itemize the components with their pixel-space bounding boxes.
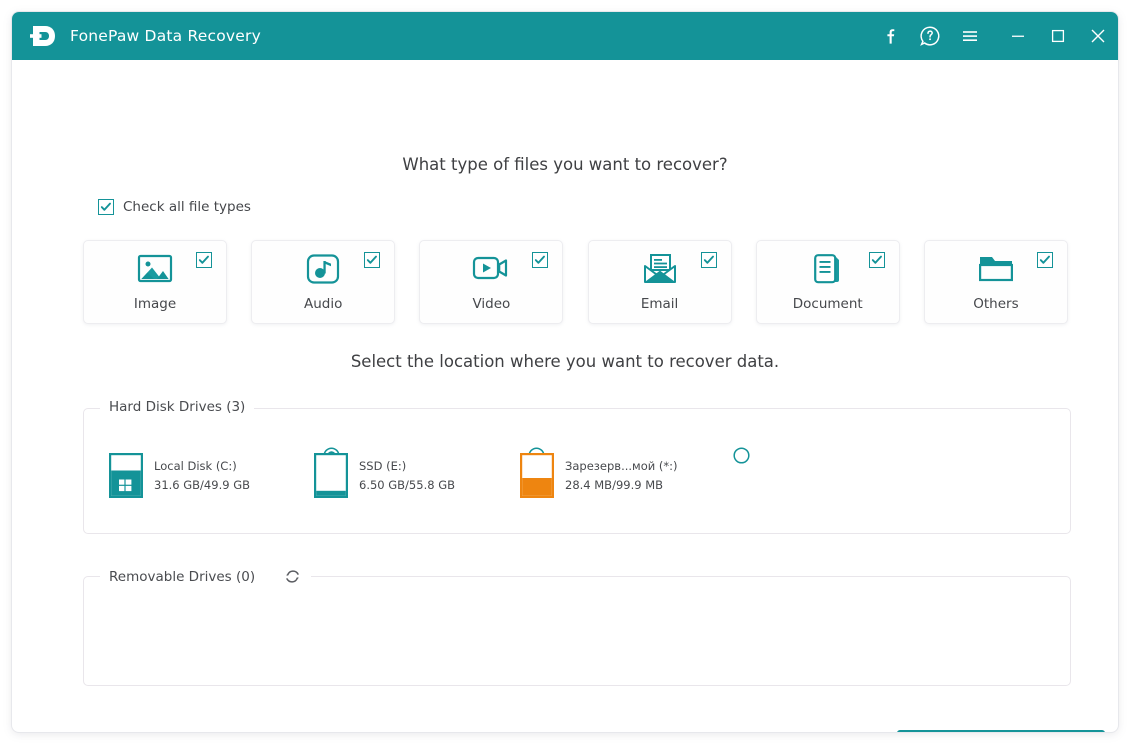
- drive-text-ssd-e: SSD (E:) 6.50 GB/55.8 GB: [359, 459, 455, 492]
- file-type-card-audio[interactable]: Audio: [251, 240, 396, 324]
- file-type-card-document[interactable]: Document: [755, 240, 900, 324]
- app-title: FonePaw Data Recovery: [70, 27, 261, 45]
- file-type-label-document: Document: [792, 296, 863, 312]
- maximize-icon[interactable]: [1038, 12, 1078, 60]
- fonepaw-logo-icon: [30, 26, 55, 46]
- file-type-checkbox-image[interactable]: [196, 252, 212, 268]
- check-all-label: Check all file types: [123, 199, 251, 215]
- drive-icon-reserved: [520, 453, 554, 498]
- file-type-label-email: Email: [640, 296, 679, 312]
- page-title-location: Select the location where you want to re…: [350, 352, 780, 371]
- check-all-file-types-row[interactable]: Check all file types: [98, 199, 251, 215]
- file-type-label-audio: Audio: [304, 296, 343, 312]
- drive-item-local-disk-c[interactable]: Local Disk (C:) 31.6 GB/49.9 GB: [109, 453, 250, 498]
- file-type-card-email[interactable]: Email: [587, 240, 732, 324]
- minimize-icon[interactable]: [998, 12, 1038, 60]
- drive-name-local-disk-c: Local Disk (C:): [154, 459, 237, 473]
- drive-size-ssd-e: 6.50 GB/55.8 GB: [359, 478, 455, 492]
- file-type-checkbox-email[interactable]: [700, 252, 717, 268]
- scan-button[interactable]: Scan: [897, 730, 1105, 732]
- page-title-file-types: What type of files you want to recover?: [402, 155, 728, 174]
- drive-item-ssd-e[interactable]: SSD (E:) 6.50 GB/55.8 GB: [314, 453, 455, 498]
- drive-size-reserved: 28.4 MB/99.9 MB: [565, 478, 664, 492]
- drive-name-ssd-e: SSD (E:): [359, 459, 407, 473]
- check-all-checkbox[interactable]: [98, 199, 114, 215]
- file-type-checkbox-document[interactable]: [868, 252, 885, 268]
- hard-disk-drives-panel: Hard Disk Drives (3) Local Disk (C:) 31.…: [83, 399, 1071, 534]
- title-bar-separator: [990, 36, 998, 37]
- help-icon[interactable]: [910, 12, 950, 60]
- file-type-card-video[interactable]: Video: [419, 240, 564, 324]
- file-type-checkbox-audio[interactable]: [364, 252, 381, 268]
- removable-drives-legend-label: Removable Drives (0): [109, 568, 256, 585]
- file-type-checkbox-video[interactable]: [532, 252, 549, 268]
- file-type-label-image: Image: [133, 296, 177, 312]
- file-type-card-list: Image Audio Video Email Document Others: [83, 240, 1068, 324]
- main-content: What type of files you want to recover? …: [12, 60, 1118, 732]
- facebook-icon[interactable]: [870, 12, 910, 60]
- file-type-card-image[interactable]: Image: [83, 240, 227, 324]
- drive-name-reserved: Зарезерв...мой (*:): [565, 459, 678, 473]
- file-type-label-others: Others: [973, 296, 1019, 312]
- drive-icon-local-disk-c: [109, 453, 143, 498]
- refresh-icon[interactable]: [283, 567, 302, 586]
- close-icon[interactable]: [1078, 12, 1118, 60]
- menu-icon[interactable]: [950, 12, 990, 60]
- drive-text-local-disk-c: Local Disk (C:) 31.6 GB/49.9 GB: [154, 459, 250, 492]
- drive-item-reserved[interactable]: Зарезерв...мой (*:) 28.4 MB/99.9 MB: [520, 453, 677, 498]
- removable-drives-panel: Removable Drives (0): [83, 567, 1071, 686]
- file-type-checkbox-others[interactable]: [1036, 252, 1053, 268]
- drive-text-reserved: Зарезерв...мой (*:) 28.4 MB/99.9 MB: [565, 459, 677, 492]
- app-window: FonePaw Data Recovery What type of files…: [12, 12, 1118, 732]
- file-type-label-video: Video: [472, 296, 511, 312]
- file-type-card-others[interactable]: Others: [923, 240, 1068, 324]
- removable-drives-legend: Removable Drives (0): [100, 567, 312, 586]
- drive-icon-ssd-e: [314, 453, 348, 498]
- hard-disk-drive-list: Local Disk (C:) 31.6 GB/49.9 GB SSD (E:)…: [84, 409, 1070, 533]
- title-bar: FonePaw Data Recovery: [12, 12, 1118, 60]
- title-bar-actions: [870, 12, 1118, 60]
- drive-size-local-disk-c: 31.6 GB/49.9 GB: [154, 478, 250, 492]
- drive-radio-reserved[interactable]: [733, 447, 750, 464]
